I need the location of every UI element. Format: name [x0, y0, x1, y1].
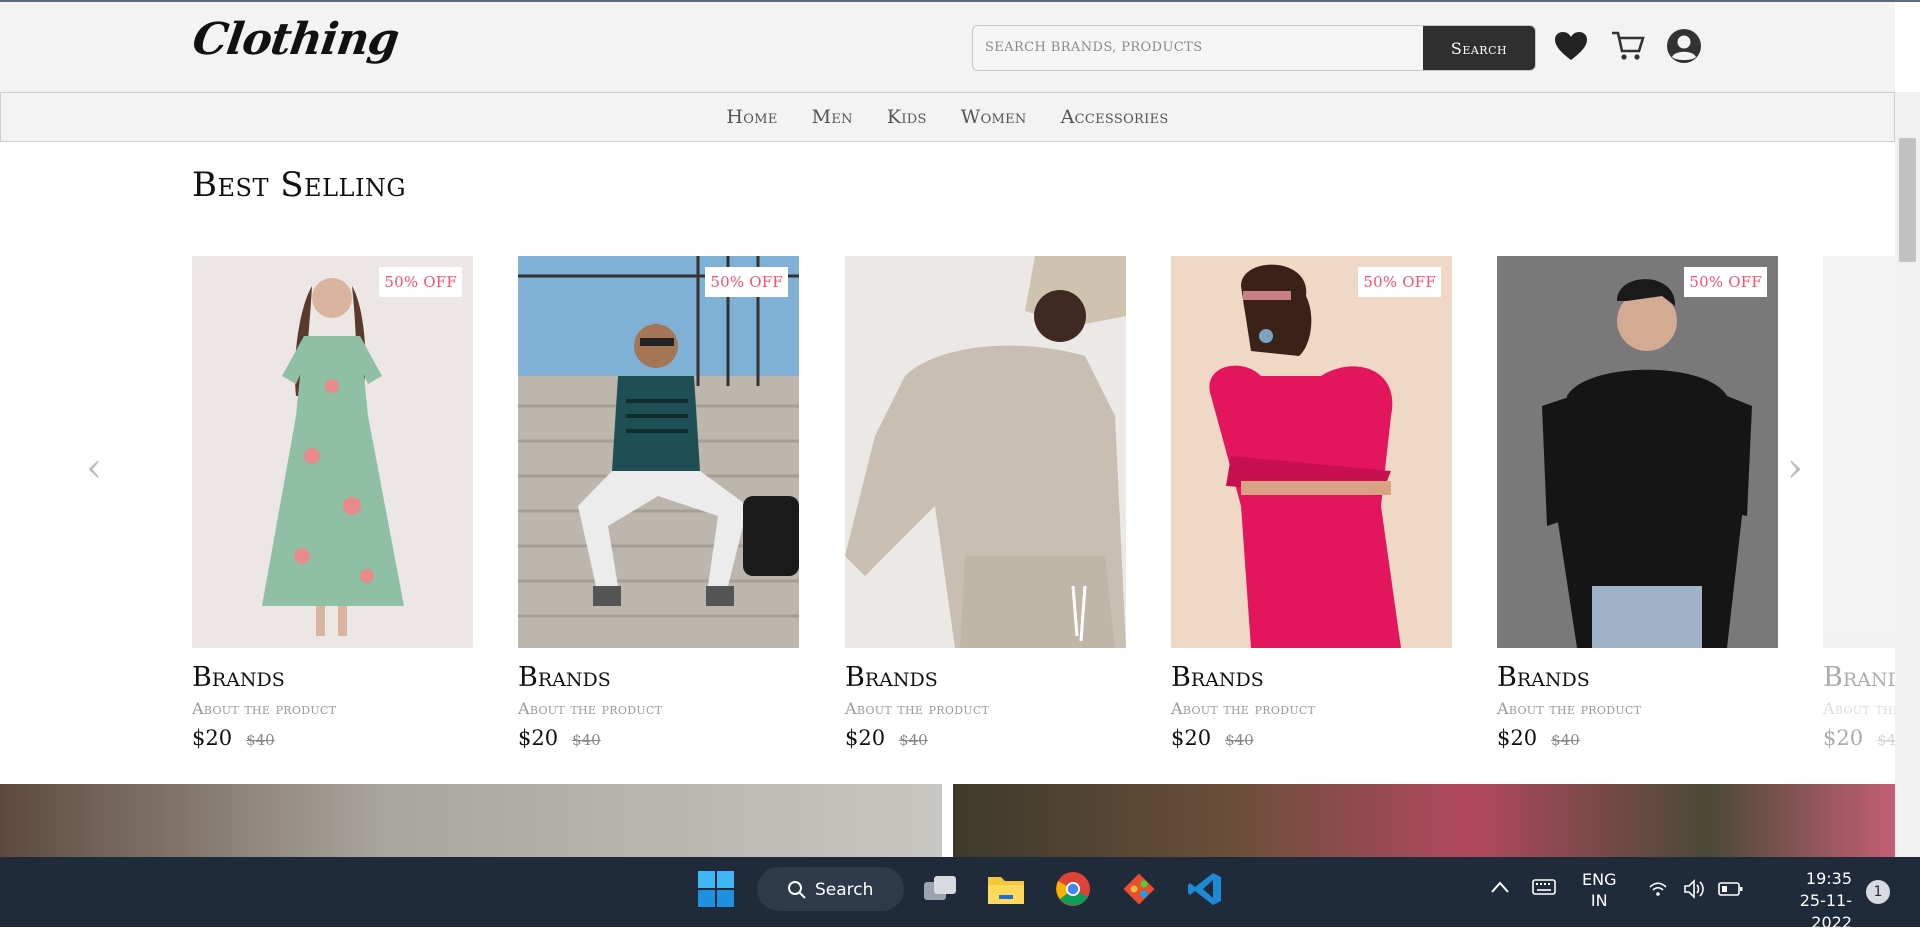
product-price: $20	[1171, 726, 1212, 750]
task-view-icon[interactable]	[920, 869, 960, 909]
search-icon	[788, 881, 806, 899]
discount-badge: 50% OFF	[379, 267, 462, 297]
price-row: $20 $40	[1823, 726, 1895, 750]
original-price: $40	[572, 731, 601, 749]
price-row: $20 $40	[1171, 726, 1452, 750]
carousel-prev-icon[interactable]: ‹	[86, 445, 102, 491]
product-brand[interactable]: Brands	[1823, 662, 1895, 693]
product-description: About the product	[1497, 699, 1642, 718]
product-description: About the product	[1171, 699, 1316, 718]
discount-badge: 50% OFF	[1684, 267, 1767, 297]
section-title: Best Selling	[192, 165, 407, 205]
nav-men[interactable]: Men	[812, 106, 853, 128]
scrollbar-thumb[interactable]	[1899, 138, 1916, 262]
region-code: IN	[1590, 891, 1608, 910]
original-price: $40	[1877, 731, 1895, 749]
product-price: $20	[1823, 726, 1864, 750]
product-image[interactable]: 50% OFF	[1497, 256, 1778, 648]
product-brand[interactable]: Brands	[1171, 662, 1452, 693]
product-image[interactable]: 50% OFF	[518, 256, 799, 648]
nav-home[interactable]: Home	[726, 106, 777, 128]
nav-women[interactable]: Women	[961, 106, 1027, 128]
product-card[interactable]: Brands About the product $20 $40	[845, 256, 1126, 750]
product-price: $20	[192, 726, 233, 750]
user-account-icon[interactable]	[1666, 28, 1702, 64]
taskbar-search[interactable]: Search	[757, 867, 904, 911]
search-button[interactable]: Search	[1423, 26, 1535, 70]
product-card[interactable]: 50% OFF Brands About the product $20 $40	[1497, 256, 1778, 750]
search-bar: Search	[972, 25, 1536, 71]
product-image[interactable]	[1823, 256, 1895, 648]
language-code: ENG	[1582, 870, 1617, 889]
vscode-icon[interactable]	[1185, 869, 1225, 909]
file-explorer-icon[interactable]	[986, 869, 1026, 909]
discount-badge: 50% OFF	[705, 267, 788, 297]
product-card[interactable]: 50% OFF Brands About the product $20 $40	[518, 256, 799, 750]
tray-overflow-chevron-icon[interactable]	[1490, 879, 1510, 898]
clock-date: 25-11-2022	[1799, 891, 1852, 932]
volume-icon[interactable]	[1683, 879, 1707, 903]
original-price: $40	[1551, 731, 1580, 749]
language-indicator[interactable]: ENG IN	[1582, 869, 1616, 911]
best-selling-carousel: 50% OFF Brands About the product $20 $40 …	[0, 256, 1895, 766]
discount-badge: 50% OFF	[1358, 267, 1441, 297]
price-row: $20 $40	[1497, 726, 1778, 750]
original-price: $40	[1225, 731, 1254, 749]
product-price: $20	[1497, 726, 1538, 750]
nav-kids[interactable]: Kids	[887, 106, 927, 128]
product-price: $20	[845, 726, 886, 750]
windows-taskbar: Search ENG IN 19:35 25-11-2022 1	[0, 857, 1920, 932]
product-image[interactable]: 50% OFF	[192, 256, 473, 648]
price-row: $20 $40	[845, 726, 1126, 750]
search-input[interactable]	[973, 26, 1437, 68]
product-price: $20	[518, 726, 559, 750]
chrome-icon[interactable]	[1053, 869, 1093, 909]
product-image[interactable]	[845, 256, 1126, 648]
original-price: $40	[246, 731, 275, 749]
product-brand[interactable]: Brands	[518, 662, 799, 693]
product-brand[interactable]: Brands	[845, 662, 1126, 693]
product-brand[interactable]: Brands	[192, 662, 473, 693]
product-description: About the product	[192, 699, 337, 718]
nav-accessories[interactable]: Accessories	[1061, 106, 1169, 128]
product-card[interactable]: 50% OFF Brands About the product $20 $40	[1171, 256, 1452, 750]
notification-badge[interactable]: 1	[1866, 880, 1890, 904]
product-description: About the product	[518, 699, 663, 718]
promo-banner-right[interactable]	[953, 784, 1895, 857]
taskbar-search-label: Search	[815, 880, 874, 900]
battery-icon[interactable]	[1718, 881, 1744, 901]
site-header: Clothing Search	[0, 2, 1895, 92]
product-description: About the product	[845, 699, 990, 718]
site-logo[interactable]: Clothing	[189, 14, 401, 65]
original-price: $40	[899, 731, 928, 749]
clock[interactable]: 19:35 25-11-2022	[1762, 868, 1852, 934]
price-row: $20 $40	[518, 726, 799, 750]
product-card[interactable]: Brands About the product $20 $40	[1823, 256, 1895, 750]
cart-icon[interactable]	[1610, 28, 1646, 64]
product-card[interactable]: 50% OFF Brands About the product $20 $40	[192, 256, 473, 750]
wishlist-heart-icon[interactable]	[1553, 28, 1589, 64]
promo-banner-left[interactable]	[0, 784, 942, 857]
clock-time: 19:35	[1805, 869, 1852, 888]
git-app-icon[interactable]	[1119, 869, 1159, 909]
product-image[interactable]: 50% OFF	[1171, 256, 1452, 648]
price-row: $20 $40	[192, 726, 473, 750]
windows-start-icon[interactable]	[696, 869, 736, 909]
main-nav: Home Men Kids Women Accessories	[0, 92, 1895, 142]
carousel-next-icon[interactable]: ›	[1787, 445, 1803, 491]
keyboard-icon[interactable]	[1532, 879, 1556, 899]
wifi-icon[interactable]	[1648, 881, 1668, 901]
product-description: About the product	[1823, 699, 1895, 718]
product-brand[interactable]: Brands	[1497, 662, 1778, 693]
